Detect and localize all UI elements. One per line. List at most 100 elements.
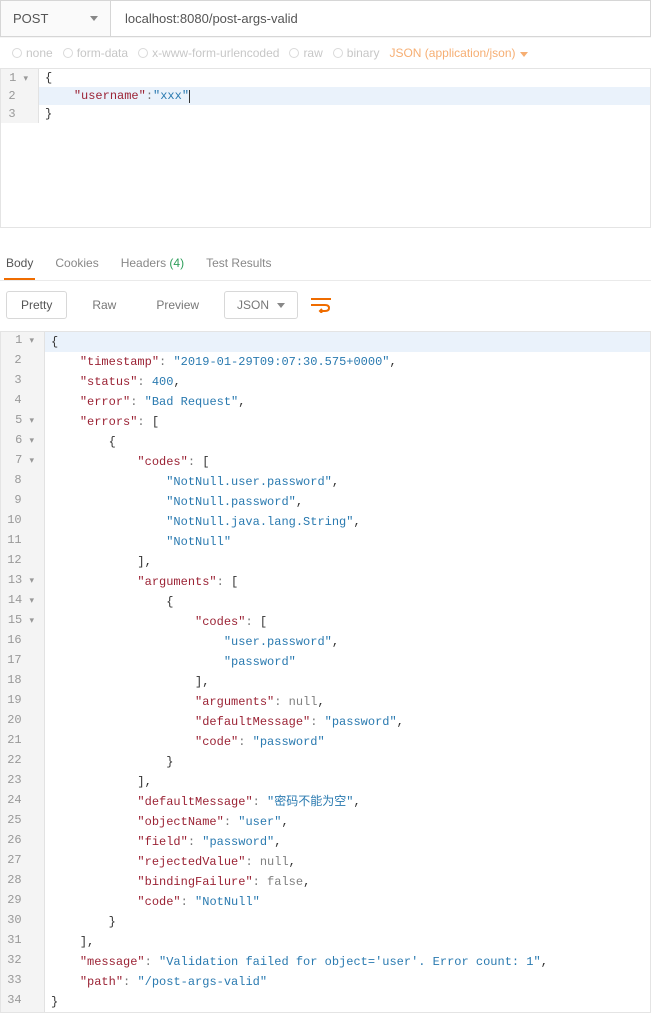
line-number: 31 xyxy=(1,932,45,952)
format-raw-button[interactable]: Raw xyxy=(77,291,131,319)
line-number: 17 xyxy=(1,652,45,672)
response-line: 1 ▾{ xyxy=(1,332,650,352)
response-code: "field": "password", xyxy=(45,832,287,852)
response-line: 11 "NotNull" xyxy=(1,532,650,552)
response-code: } xyxy=(45,752,179,772)
response-line: 21 "code": "password" xyxy=(1,732,650,752)
response-line: 28 "bindingFailure": false, xyxy=(1,872,650,892)
line-number: 24 xyxy=(1,792,45,812)
line-number: 21 xyxy=(1,732,45,752)
response-code: "NotNull.user.password", xyxy=(45,472,345,492)
response-line: 6 ▾ { xyxy=(1,432,650,452)
response-code: "bindingFailure": false, xyxy=(45,872,316,892)
line-number: 26 xyxy=(1,832,45,852)
response-code: "code": "NotNull" xyxy=(45,892,266,912)
response-code: "defaultMessage": "密码不能为空", xyxy=(45,792,367,812)
response-line: 20 "defaultMessage": "password", xyxy=(1,712,650,732)
body-type-form-data[interactable]: form-data xyxy=(63,46,128,60)
response-line: 25 "objectName": "user", xyxy=(1,812,650,832)
response-code: "error": "Bad Request", xyxy=(45,392,251,412)
http-method-label: POST xyxy=(13,11,48,26)
response-line: 31 ], xyxy=(1,932,650,952)
response-format-bar: Pretty Raw Preview JSON xyxy=(0,281,651,331)
response-code: "NotNull.password", xyxy=(45,492,309,512)
line-number: 11 xyxy=(1,532,45,552)
response-line: 24 "defaultMessage": "密码不能为空", xyxy=(1,792,650,812)
tab-body[interactable]: Body xyxy=(4,256,35,280)
response-line: 23 ], xyxy=(1,772,650,792)
http-method-select[interactable]: POST xyxy=(1,1,111,36)
response-code: ], xyxy=(45,552,158,572)
response-code: "arguments": null, xyxy=(45,692,331,712)
chevron-down-icon xyxy=(90,16,98,21)
format-preview-button[interactable]: Preview xyxy=(141,291,214,319)
body-type-none[interactable]: none xyxy=(12,46,53,60)
line-number: 25 xyxy=(1,812,45,832)
body-type-selector: none form-data x-www-form-urlencoded raw… xyxy=(0,37,651,68)
response-line: 13 ▾ "arguments": [ xyxy=(1,572,650,592)
response-line: 3 "status": 400, xyxy=(1,372,650,392)
response-line: 5 ▾ "errors": [ xyxy=(1,412,650,432)
url-input[interactable] xyxy=(111,1,650,36)
line-number: 15 ▾ xyxy=(1,612,45,632)
response-code: "NotNull" xyxy=(45,532,237,552)
line-number: 3 xyxy=(1,105,39,123)
response-line: 9 "NotNull.password", xyxy=(1,492,650,512)
line-number: 12 xyxy=(1,552,45,572)
line-number: 22 xyxy=(1,752,45,772)
body-type-urlencoded[interactable]: x-www-form-urlencoded xyxy=(138,46,279,60)
headers-count: (4) xyxy=(169,256,184,270)
tab-cookies[interactable]: Cookies xyxy=(53,256,100,280)
content-type-select[interactable]: JSON (application/json) xyxy=(389,46,527,60)
line-number: 9 xyxy=(1,492,45,512)
response-code: "password" xyxy=(45,652,302,672)
response-line: 33 "path": "/post-args-valid" xyxy=(1,972,650,992)
editor-text: "username" xyxy=(74,89,146,103)
line-number: 32 xyxy=(1,952,45,972)
line-number: 2 xyxy=(1,352,45,372)
response-code: "path": "/post-args-valid" xyxy=(45,972,273,992)
request-body-editor[interactable]: 1 ▾ { 2 "username":"xxx" 3 } xyxy=(0,68,651,228)
response-line: 2 "timestamp": "2019-01-29T09:07:30.575+… xyxy=(1,352,650,372)
response-line: 16 "user.password", xyxy=(1,632,650,652)
line-number: 1 ▾ xyxy=(1,69,39,87)
line-number: 34 xyxy=(1,992,45,1012)
response-code: { xyxy=(45,432,122,452)
response-line: 15 ▾ "codes": [ xyxy=(1,612,650,632)
line-number: 27 xyxy=(1,852,45,872)
response-code: "codes": [ xyxy=(45,612,273,632)
response-line: 12 ], xyxy=(1,552,650,572)
response-code: "timestamp": "2019-01-29T09:07:30.575+00… xyxy=(45,352,403,372)
editor-text: "xxx" xyxy=(153,89,189,103)
format-pretty-button[interactable]: Pretty xyxy=(6,291,67,319)
response-code: "objectName": "user", xyxy=(45,812,295,832)
response-line: 19 "arguments": null, xyxy=(1,692,650,712)
line-number: 33 xyxy=(1,972,45,992)
tab-test-results[interactable]: Test Results xyxy=(204,256,273,280)
response-line: 34 } xyxy=(1,992,650,1012)
wrap-lines-icon[interactable] xyxy=(308,292,334,318)
response-type-label: JSON xyxy=(237,298,269,312)
response-code: "codes": [ xyxy=(45,452,215,472)
response-line: 7 ▾ "codes": [ xyxy=(1,452,650,472)
body-type-binary[interactable]: binary xyxy=(333,46,380,60)
response-code: { xyxy=(45,332,64,352)
response-line: 32 "message": "Validation failed for obj… xyxy=(1,952,650,972)
line-number: 1 ▾ xyxy=(1,332,45,352)
text-cursor xyxy=(189,90,190,103)
response-body-viewer[interactable]: 1 ▾{2 "timestamp": "2019-01-29T09:07:30.… xyxy=(0,331,651,1013)
response-code: "status": 400, xyxy=(45,372,187,392)
line-number: 30 xyxy=(1,912,45,932)
response-type-select[interactable]: JSON xyxy=(224,291,298,319)
tab-headers-label: Headers xyxy=(121,256,166,270)
line-number: 13 ▾ xyxy=(1,572,45,592)
body-type-raw[interactable]: raw xyxy=(289,46,322,60)
editor-text: } xyxy=(45,107,52,121)
tab-headers[interactable]: Headers (4) xyxy=(119,256,186,280)
line-number: 7 ▾ xyxy=(1,452,45,472)
response-code: } xyxy=(45,912,122,932)
response-code: { xyxy=(45,592,179,612)
line-number: 10 xyxy=(1,512,45,532)
response-code: ], xyxy=(45,932,100,952)
response-line: 22 } xyxy=(1,752,650,772)
